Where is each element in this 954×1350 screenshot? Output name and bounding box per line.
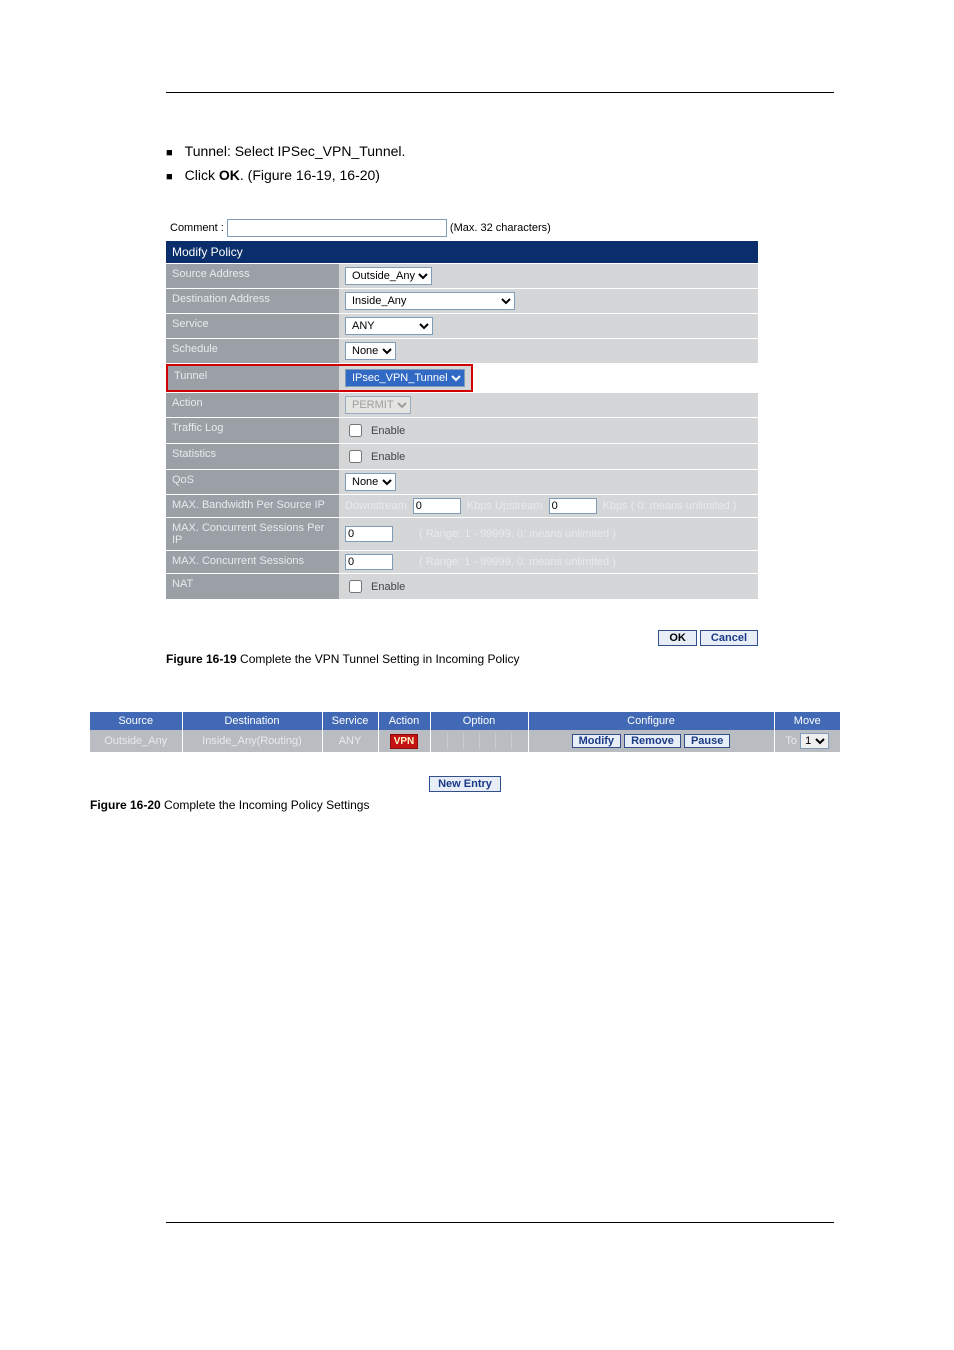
- col-move: Move: [774, 712, 840, 730]
- top-rule: [166, 92, 834, 93]
- max-sessions-per-ip-label: MAX. Concurrent Sessions Per IP: [166, 518, 339, 550]
- bullet-text-2: Click OK. (Figure 16-19, 16-20): [185, 167, 380, 183]
- form-title: Modify Policy: [166, 241, 758, 264]
- nat-label: NAT: [166, 574, 339, 599]
- comment-hint: (Max. 32 characters): [450, 222, 551, 234]
- policy-list-panel: Source Destination Service Action Option…: [90, 712, 840, 792]
- bullet-text-1: Tunnel: Select IPSec_VPN_Tunnel.: [185, 143, 406, 159]
- ok-button[interactable]: OK: [658, 630, 697, 646]
- col-option: Option: [430, 712, 528, 730]
- remove-button[interactable]: Remove: [624, 734, 681, 748]
- cell-configure: Modify Remove Pause: [528, 730, 774, 752]
- service-select[interactable]: ANY: [345, 317, 433, 335]
- nat-checkbox[interactable]: [349, 580, 362, 593]
- tunnel-select[interactable]: IPsec_VPN_Tunnel: [345, 369, 465, 387]
- cancel-button[interactable]: Cancel: [700, 630, 758, 646]
- col-source: Source: [90, 712, 182, 730]
- pause-button[interactable]: Pause: [684, 734, 730, 748]
- max-sessions-input[interactable]: [345, 554, 393, 570]
- qos-select[interactable]: None: [345, 473, 396, 491]
- figure-20-caption: Figure 16-20 Complete the Incoming Polic…: [90, 798, 834, 812]
- bullet-2-pre: Click: [185, 167, 219, 183]
- bullet-2-btn: OK: [219, 167, 240, 183]
- modify-policy-form: Comment : (Max. 32 characters) Modify Po…: [166, 217, 834, 646]
- destination-address-select[interactable]: Inside_Any: [345, 292, 515, 310]
- max-sessions-per-ip-input[interactable]: [345, 526, 393, 542]
- figure-19-caption: Figure 16-19 Complete the VPN Tunnel Set…: [166, 652, 834, 666]
- statistics-label: Statistics: [166, 444, 339, 469]
- bullet-square-icon: ■: [166, 143, 173, 163]
- col-configure: Configure: [528, 712, 774, 730]
- comment-row: Comment : (Max. 32 characters): [166, 217, 834, 241]
- bullet-square-icon: ■: [166, 167, 173, 187]
- col-service: Service: [322, 712, 378, 730]
- downstream-input[interactable]: [413, 498, 461, 514]
- max-bandwidth-label: MAX. Bandwidth Per Source IP: [166, 495, 339, 517]
- cell-option: [430, 730, 528, 752]
- fig-19-prefix: Figure 16-19: [166, 652, 240, 666]
- policy-table: Source Destination Service Action Option…: [90, 712, 840, 752]
- source-address-label: Source Address: [166, 264, 339, 288]
- fig-19-text: Complete the VPN Tunnel Setting in Incom…: [240, 652, 519, 666]
- nat-enable-label: Enable: [371, 581, 405, 593]
- source-address-select[interactable]: Outside_Any: [345, 267, 432, 285]
- bottom-rule: [166, 1222, 834, 1223]
- bullet-2-post: .: [240, 167, 244, 183]
- traffic-log-label: Traffic Log: [166, 418, 339, 443]
- bullet-list: ■ Tunnel: Select IPSec_VPN_Tunnel. ■ Cli…: [166, 143, 834, 187]
- table-row: Outside_Any Inside_Any(Routing) ANY VPN …: [90, 730, 840, 752]
- fig-20-prefix: Figure 16-20: [90, 798, 164, 812]
- action-select: PERMIT: [345, 396, 411, 414]
- traffic-log-checkbox[interactable]: [349, 424, 362, 437]
- tunnel-label: Tunnel: [166, 364, 339, 392]
- service-label: Service: [166, 314, 339, 338]
- move-select[interactable]: 1: [800, 733, 829, 749]
- upstream-input[interactable]: [549, 498, 597, 514]
- move-to-label: To: [785, 735, 797, 747]
- upstream-label: Kbps Upstream: [467, 500, 543, 512]
- statistics-checkbox[interactable]: [349, 450, 362, 463]
- cell-destination: Inside_Any(Routing): [182, 730, 322, 752]
- col-destination: Destination: [182, 712, 322, 730]
- traffic-enable-label: Enable: [371, 425, 405, 437]
- schedule-label: Schedule: [166, 339, 339, 363]
- vpn-badge-icon: VPN: [390, 734, 419, 749]
- statistics-enable-label: Enable: [371, 451, 405, 463]
- new-entry-button[interactable]: New Entry: [429, 776, 501, 792]
- sessions-per-ip-hint: ( Range: 1 - 99999, 0: means unlimited ): [419, 528, 616, 540]
- sessions-hint: ( Range: 1 - 99999, 0: means unlimited ): [419, 556, 616, 568]
- cell-action: VPN: [378, 730, 430, 752]
- max-sessions-label: MAX. Concurrent Sessions: [166, 551, 339, 573]
- comment-input[interactable]: [227, 219, 447, 237]
- cell-service: ANY: [322, 730, 378, 752]
- cell-source: Outside_Any: [90, 730, 182, 752]
- schedule-select[interactable]: None: [345, 342, 396, 360]
- fig-20-text: Complete the Incoming Policy Settings: [164, 798, 369, 812]
- qos-label: QoS: [166, 470, 339, 494]
- modify-button[interactable]: Modify: [572, 734, 621, 748]
- comment-label: Comment :: [170, 222, 224, 234]
- col-action: Action: [378, 712, 430, 730]
- figure-reference: (Figure 16-19, 16-20): [248, 167, 380, 183]
- action-label: Action: [166, 393, 339, 417]
- destination-address-label: Destination Address: [166, 289, 339, 313]
- cell-move: To 1: [774, 730, 840, 752]
- downstream-label: Downstream: [345, 500, 407, 512]
- bandwidth-hint: Kbps ( 0: means unlimited ): [603, 500, 737, 512]
